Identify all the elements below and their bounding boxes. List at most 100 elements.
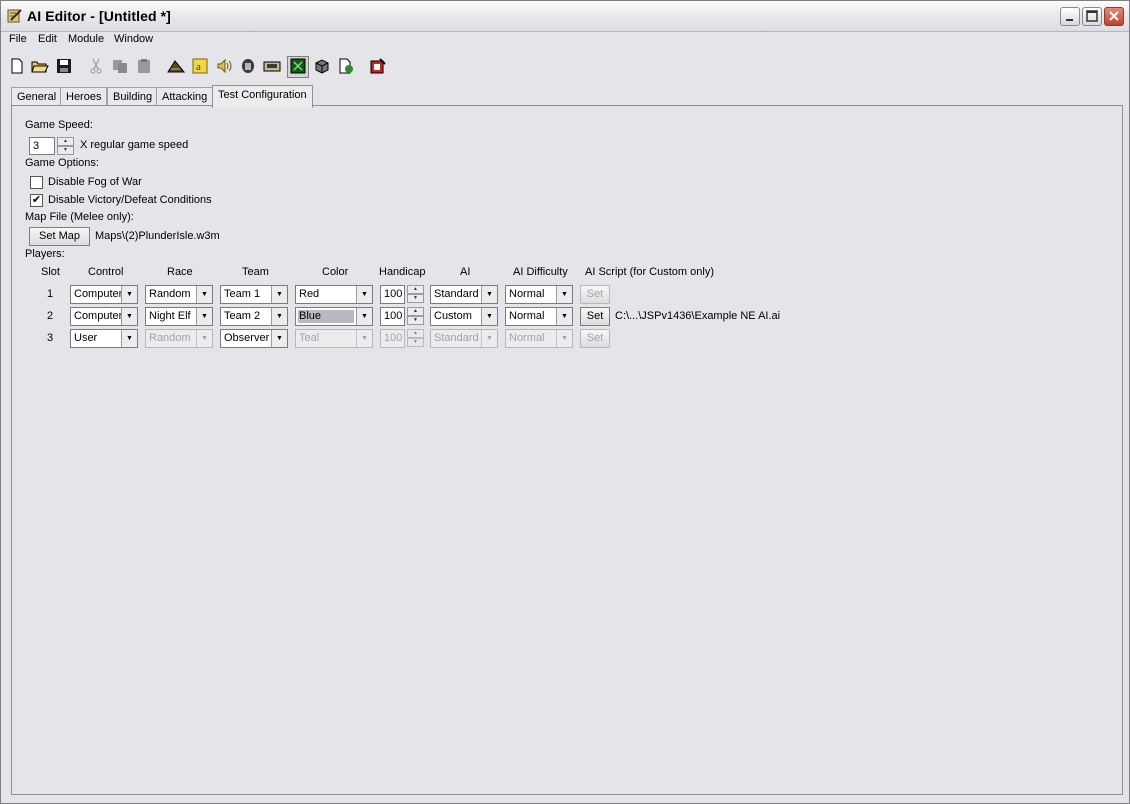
test-button[interactable] xyxy=(287,56,309,78)
spin-down-icon[interactable]: ▼ xyxy=(407,338,424,347)
disable-fog-checkbox[interactable] xyxy=(30,176,43,189)
cut-button[interactable] xyxy=(85,56,107,78)
spin-down-icon[interactable]: ▼ xyxy=(57,146,74,155)
handicap-input[interactable]: 100 xyxy=(380,285,405,304)
ai-difficulty-select[interactable]: Normal ▼ xyxy=(505,307,573,326)
spin-down-icon[interactable]: ▼ xyxy=(407,316,424,325)
chevron-down-icon[interactable]: ▼ xyxy=(356,330,372,347)
handicap-input[interactable]: 100 xyxy=(380,329,405,348)
cube-button[interactable] xyxy=(311,56,333,78)
tab-attacking[interactable]: Attacking xyxy=(156,87,214,107)
control-select[interactable]: Computer ▼ xyxy=(70,285,138,304)
tab-test-configuration[interactable]: Test Configuration xyxy=(212,85,313,108)
players-label: Players: xyxy=(25,248,65,260)
chevron-down-icon[interactable]: ▼ xyxy=(121,308,137,325)
chevron-down-icon[interactable]: ▼ xyxy=(196,308,212,325)
control-select[interactable]: User ▼ xyxy=(70,329,138,348)
settings-button[interactable] xyxy=(367,56,389,78)
tab-building[interactable]: Building xyxy=(107,87,159,107)
spin-up-icon[interactable]: ▲ xyxy=(407,329,424,338)
chevron-down-icon[interactable]: ▼ xyxy=(196,286,212,303)
team-select[interactable]: Team 1 ▼ xyxy=(220,285,288,304)
menu-file[interactable]: File xyxy=(9,33,27,45)
race-select[interactable]: Random ▼ xyxy=(145,285,213,304)
chevron-down-icon[interactable]: ▼ xyxy=(121,286,137,303)
game-speed-input[interactable]: 3 xyxy=(29,137,55,155)
chevron-down-icon[interactable]: ▼ xyxy=(271,330,287,347)
copy-button[interactable] xyxy=(109,56,131,78)
spin-down-icon[interactable]: ▼ xyxy=(407,294,424,303)
race-select[interactable]: Night Elf ▼ xyxy=(145,307,213,326)
color-select[interactable]: Teal ▼ xyxy=(295,329,373,348)
chevron-down-icon[interactable]: ▼ xyxy=(481,330,497,347)
ai-editor-window: AI Editor - [Untitled *] File Edit Modul… xyxy=(0,0,1130,804)
tab-heroes[interactable]: Heroes xyxy=(60,87,108,107)
set-map-button[interactable]: Set Map xyxy=(29,227,90,246)
handicap-input[interactable]: 100 xyxy=(380,307,405,326)
sound-button[interactable] xyxy=(213,56,235,78)
ai-select[interactable]: Custom ▼ xyxy=(430,307,498,326)
chevron-down-icon[interactable]: ▼ xyxy=(271,308,287,325)
color-select[interactable]: Blue ▼ xyxy=(295,307,373,326)
menu-window[interactable]: Window xyxy=(114,33,153,45)
disable-fog-label[interactable]: Disable Fog of War xyxy=(48,176,142,188)
ai-difficulty-select[interactable]: Normal ▼ xyxy=(505,329,573,348)
game-speed-suffix: X regular game speed xyxy=(80,139,189,151)
gold-button[interactable]: a xyxy=(189,56,211,78)
color-select[interactable]: Red ▼ xyxy=(295,285,373,304)
map-button[interactable] xyxy=(261,56,283,78)
ai-difficulty-select[interactable]: Normal ▼ xyxy=(505,285,573,304)
spin-up-icon[interactable]: ▲ xyxy=(407,285,424,294)
slot-number: 3 xyxy=(47,332,54,344)
title-bar[interactable]: AI Editor - [Untitled *] xyxy=(1,1,1129,32)
team-select[interactable]: Team 2 ▼ xyxy=(220,307,288,326)
chevron-down-icon[interactable]: ▼ xyxy=(356,308,372,325)
control-select[interactable]: Computer ▼ xyxy=(70,307,138,326)
tab-strip: General Heroes Building Attacking Test C… xyxy=(1,85,1129,108)
disable-victory-checkbox[interactable]: ✔ xyxy=(30,194,43,207)
set-script-button[interactable]: Set xyxy=(580,307,610,326)
ai-editor-icon xyxy=(7,8,23,24)
handicap-spinner[interactable]: ▲ ▼ xyxy=(407,285,424,303)
new-file-button[interactable] xyxy=(6,56,28,78)
chevron-down-icon[interactable]: ▼ xyxy=(481,286,497,303)
ai-select[interactable]: Standard ▼ xyxy=(430,329,498,348)
export-button[interactable] xyxy=(335,56,357,78)
terrain-button[interactable] xyxy=(165,56,187,78)
header-slot: Slot xyxy=(41,266,60,278)
ai-select[interactable]: Standard ▼ xyxy=(430,285,498,304)
open-folder-icon xyxy=(31,58,49,77)
race-select[interactable]: Random ▼ xyxy=(145,329,213,348)
menu-edit[interactable]: Edit xyxy=(38,33,57,45)
chevron-down-icon[interactable]: ▼ xyxy=(121,330,137,347)
spin-up-icon[interactable]: ▲ xyxy=(57,137,74,146)
maximize-button[interactable] xyxy=(1082,7,1102,26)
close-button[interactable] xyxy=(1104,7,1124,26)
chevron-down-icon[interactable]: ▼ xyxy=(196,330,212,347)
save-button[interactable] xyxy=(53,56,75,78)
open-button[interactable] xyxy=(29,56,51,78)
copy-icon xyxy=(112,58,128,77)
set-script-button[interactable]: Set xyxy=(580,329,610,348)
disable-victory-label[interactable]: Disable Victory/Defeat Conditions xyxy=(48,194,212,206)
spin-up-icon[interactable]: ▲ xyxy=(407,307,424,316)
game-speed-spinner[interactable]: ▲ ▼ xyxy=(57,137,74,155)
handicap-spinner[interactable]: ▲ ▼ xyxy=(407,329,424,347)
chevron-down-icon[interactable]: ▼ xyxy=(271,286,287,303)
handicap-spinner[interactable]: ▲ ▼ xyxy=(407,307,424,325)
header-handicap: Handicap xyxy=(379,266,426,278)
set-script-button[interactable]: Set xyxy=(580,285,610,304)
chevron-down-icon[interactable]: ▼ xyxy=(556,308,572,325)
chevron-down-icon[interactable]: ▼ xyxy=(481,308,497,325)
menu-module[interactable]: Module xyxy=(68,33,104,45)
paste-button[interactable] xyxy=(133,56,155,78)
minimize-button[interactable] xyxy=(1060,7,1080,26)
svg-text:a: a xyxy=(196,61,201,73)
chevron-down-icon[interactable]: ▼ xyxy=(356,286,372,303)
tab-general[interactable]: General xyxy=(11,87,63,107)
map-icon xyxy=(263,58,281,77)
chevron-down-icon[interactable]: ▼ xyxy=(556,286,572,303)
chevron-down-icon[interactable]: ▼ xyxy=(556,330,572,347)
hero-button[interactable] xyxy=(237,56,259,78)
team-select[interactable]: Observer ▼ xyxy=(220,329,288,348)
